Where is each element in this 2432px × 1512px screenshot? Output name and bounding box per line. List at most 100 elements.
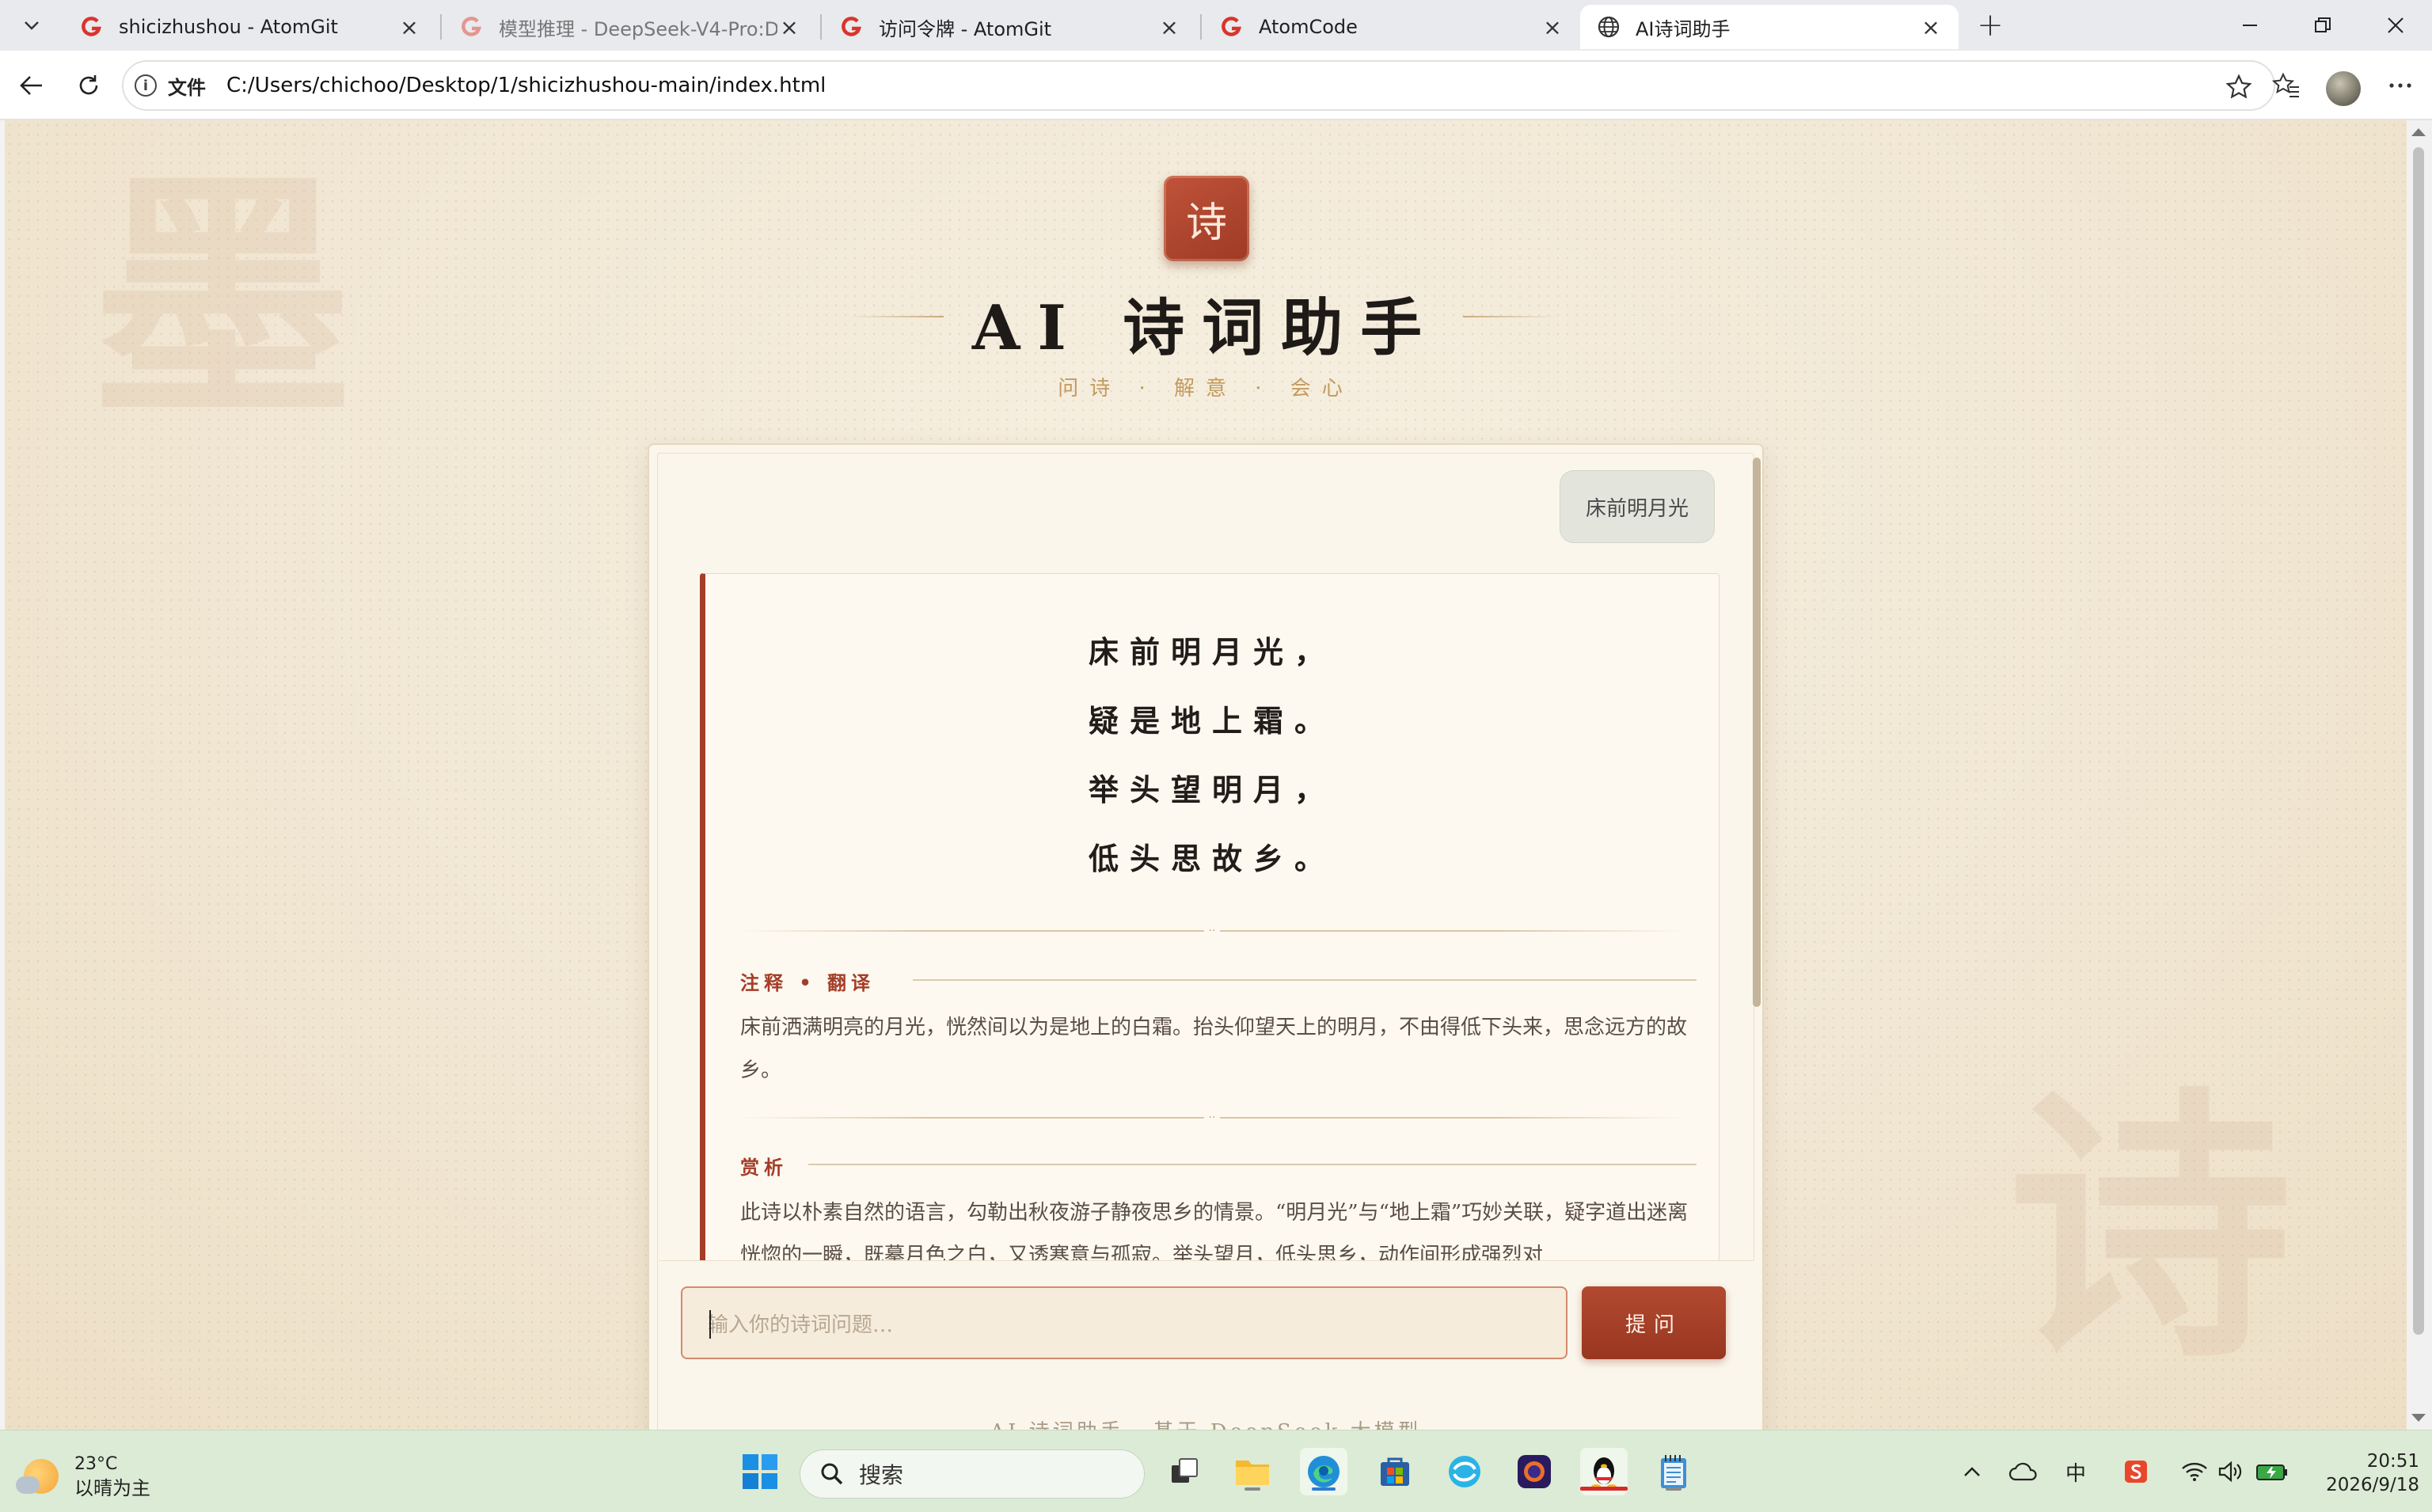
tab-title: shicizhushou - AtomGit: [119, 16, 338, 38]
tab-title: AtomCode: [1259, 16, 1358, 38]
atomgit-icon: [79, 14, 104, 40]
ime-indicator[interactable]: 中: [2062, 1454, 2090, 1489]
section-rule: [808, 1164, 1697, 1165]
attention-indicator: [1580, 1487, 1628, 1491]
atomgit-icon: [839, 14, 864, 40]
s-app-icon: [2125, 1461, 2147, 1483]
close-window-button[interactable]: [2359, 0, 2432, 51]
volume-button[interactable]: [2215, 1454, 2245, 1489]
tray-overflow-button[interactable]: [1960, 1454, 1984, 1489]
notepad-button[interactable]: [1650, 1448, 1697, 1495]
system-clock[interactable]: 20:51 2026/9/18: [2315, 1449, 2419, 1497]
atomgit-icon: [1219, 14, 1244, 40]
input-area: 输入你的诗词问题… 提问: [659, 1260, 1754, 1430]
chat-scrollbar[interactable]: [1753, 458, 1761, 1007]
qq-button[interactable]: [1580, 1448, 1628, 1495]
section-rule: [913, 979, 1697, 981]
poem-line: 低头思故乡。: [1088, 841, 1336, 876]
store-button[interactable]: [1371, 1448, 1419, 1495]
app-tray-button[interactable]: [2120, 1454, 2152, 1489]
reload-button[interactable]: [68, 65, 109, 106]
windows-taskbar: 23°C 以晴为主 搜索 中 20:51 2026/9/18: [0, 1430, 2432, 1512]
title-ornament-right: [1463, 316, 1558, 317]
text-caret: [709, 1310, 711, 1339]
edge-icon: [1308, 1456, 1340, 1487]
poem-line: 疑是地上霜。: [1088, 703, 1336, 739]
start-button[interactable]: [736, 1448, 784, 1495]
page-scrollbar[interactable]: [2407, 120, 2432, 1430]
chat-history[interactable]: 床前明月光 床前明月光， 疑是地上霜。 举头望明月， 低头思故乡。 ·· 注释 …: [659, 454, 1754, 1260]
close-icon[interactable]: ×: [1541, 14, 1564, 40]
file-explorer-button[interactable]: [1229, 1448, 1276, 1495]
info-icon[interactable]: i: [135, 74, 157, 97]
reload-icon: [79, 75, 98, 95]
atomgit-icon: [459, 14, 484, 40]
orb-app-icon: [1518, 1455, 1551, 1488]
user-message: 床前明月光: [1560, 470, 1716, 543]
taskbar-search[interactable]: 搜索: [800, 1449, 1145, 1499]
onedrive-button[interactable]: [2008, 1454, 2039, 1489]
folder-icon: [1236, 1461, 1269, 1485]
qq-penguin-icon: [1591, 1457, 1617, 1489]
running-indicator: [1244, 1487, 1260, 1491]
app-button-dark[interactable]: [1510, 1448, 1558, 1495]
tab-separator: [820, 14, 822, 40]
close-icon[interactable]: ×: [1919, 14, 1943, 40]
favorites-icon: [2272, 72, 2299, 97]
question-input[interactable]: 输入你的诗词问题…: [681, 1286, 1568, 1359]
bookmark-star-icon[interactable]: [2223, 71, 2255, 103]
swirl-app-icon: [1449, 1456, 1480, 1487]
address-bar[interactable]: i 文件 C:/Users/chichoo/Desktop/1/shicizhu…: [122, 60, 2275, 111]
new-tab-button[interactable]: +: [1971, 7, 2009, 44]
chevron-up-icon: [1964, 1467, 1980, 1476]
restore-button[interactable]: [2286, 0, 2359, 51]
windows-logo-icon: [743, 1454, 777, 1489]
scroll-down-arrow[interactable]: [2411, 1414, 2426, 1422]
wifi-button[interactable]: [2179, 1454, 2210, 1489]
tab-deepseek[interactable]: 模型推理 - DeepSeek-V4-Pro:Deep ×: [443, 5, 817, 49]
browser-toolbar: i 文件 C:/Users/chichoo/Desktop/1/shicizhu…: [0, 51, 2432, 120]
tab-atomcode[interactable]: AtomCode ×: [1203, 5, 1580, 49]
tab-title: AI诗词助手: [1636, 17, 1731, 40]
more-icon: [2389, 83, 2411, 88]
arrow-left-icon: [20, 76, 42, 95]
page-footer: AI 诗词助手 · 基于 DeepSeek 大模型: [5, 1415, 2407, 1430]
tab-separator: [440, 14, 442, 40]
app-button-blue[interactable]: [1441, 1448, 1488, 1495]
cloud-icon: [2008, 1462, 2037, 1481]
tab-list-button[interactable]: [11, 8, 52, 43]
close-icon[interactable]: ×: [777, 14, 801, 40]
scroll-up-arrow[interactable]: [2411, 128, 2426, 136]
close-icon[interactable]: ×: [1157, 14, 1181, 40]
back-button[interactable]: [11, 65, 52, 106]
section-title-notes: 注释 • 翻译: [740, 971, 876, 994]
task-view-button[interactable]: [1161, 1448, 1208, 1495]
poem-line: 举头望明月，: [1088, 772, 1336, 807]
assistant-reply: 床前明月光， 疑是地上霜。 举头望明月， 低头思故乡。 ·· 注释 • 翻译 床…: [700, 573, 1720, 1260]
clock-time: 20:51: [2366, 1451, 2419, 1472]
ask-button[interactable]: 提问: [1582, 1286, 1726, 1359]
tab-ai-poetry[interactable]: AI诗词助手 ×: [1580, 5, 1959, 49]
weather-widget[interactable]: 23°C 以晴为主: [16, 1453, 150, 1500]
search-placeholder: 搜索: [859, 1462, 904, 1488]
watermark-right: 诗: [2008, 1061, 2293, 1396]
tab-shicizhushou[interactable]: shicizhushou - AtomGit ×: [63, 5, 437, 49]
wifi-icon: [2182, 1462, 2207, 1481]
edge-browser-button[interactable]: [1300, 1448, 1347, 1495]
profile-avatar[interactable]: [2326, 71, 2361, 106]
scroll-thumb[interactable]: [2413, 147, 2424, 1335]
close-icon[interactable]: ×: [397, 14, 421, 40]
minimize-button[interactable]: [2214, 0, 2286, 51]
tab-separator: [1200, 14, 1202, 40]
url-text[interactable]: C:/Users/chichoo/Desktop/1/shicizhushou-…: [226, 74, 826, 97]
section-text-appreciation: 此诗以朴素自然的语言，勾勒出秋夜游子静夜思乡的情景。“明月光”与“地上霜”巧妙关…: [740, 1201, 1689, 1260]
store-icon: [1381, 1457, 1409, 1486]
weather-temp: 23°C: [74, 1454, 118, 1474]
weather-condition: 以晴为主: [74, 1477, 150, 1499]
more-menu-button[interactable]: [2380, 65, 2421, 106]
battery-button[interactable]: [2255, 1454, 2290, 1489]
page-title: AI 诗词助手: [971, 292, 1440, 364]
tab-access-token[interactable]: 访问令牌 - AtomGit ×: [823, 5, 1197, 49]
favorites-button[interactable]: [2266, 65, 2307, 106]
search-icon: [821, 1463, 843, 1485]
